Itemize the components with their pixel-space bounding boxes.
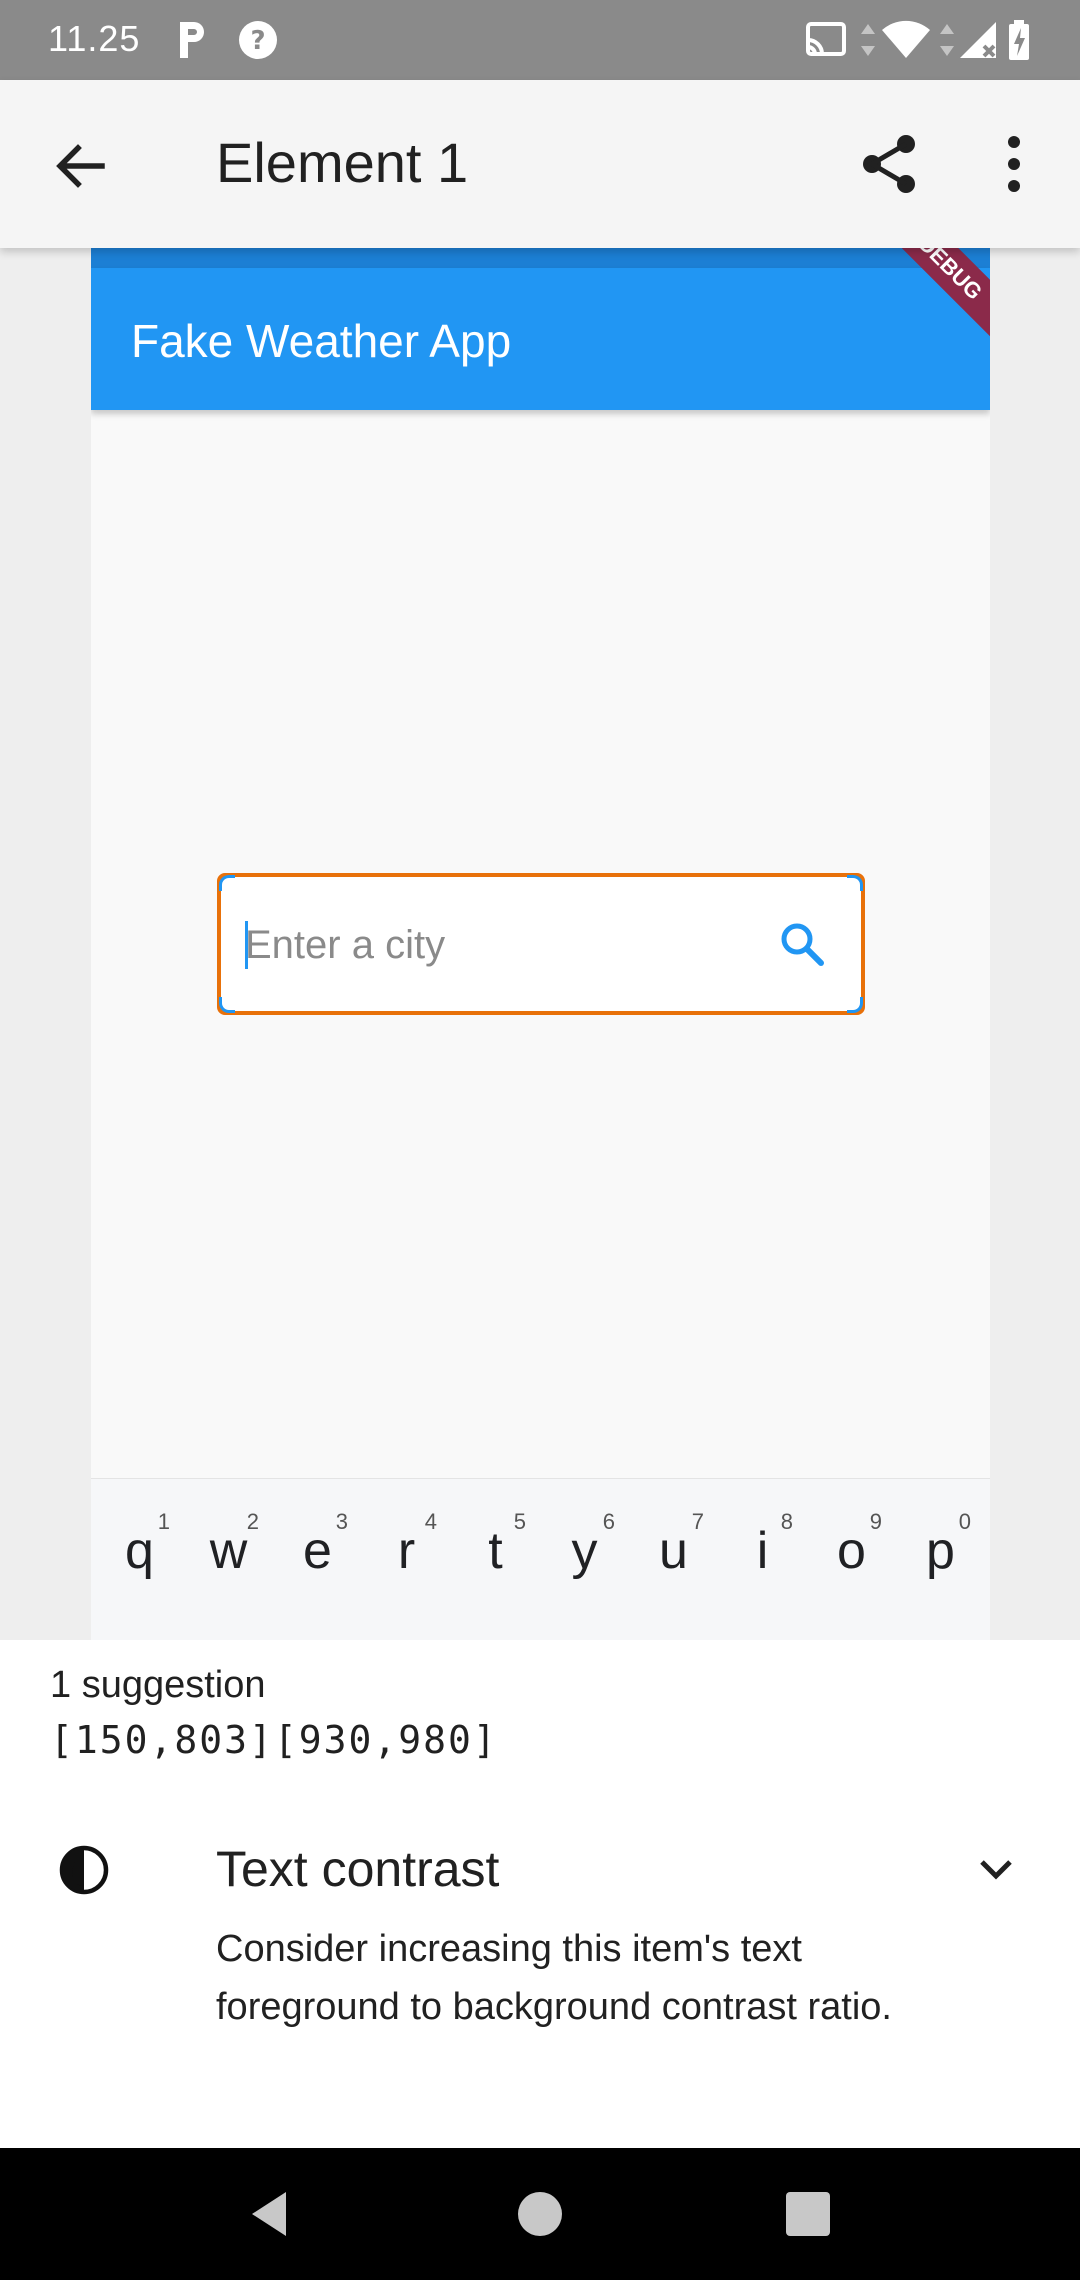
key-e[interactable]: e3 <box>273 1509 362 1609</box>
key-hint: 7 <box>691 1509 704 1534</box>
wifi-icon <box>882 20 930 58</box>
key-label: y <box>571 1522 598 1580</box>
search-icon[interactable] <box>775 917 831 973</box>
key-hint: 1 <box>157 1509 170 1534</box>
key-hint: 3 <box>335 1509 348 1534</box>
status-time: 11.25 <box>48 18 141 59</box>
data-arrows-icon <box>861 24 875 56</box>
key-p[interactable]: p0 <box>896 1509 985 1609</box>
key-u[interactable]: u7 <box>629 1509 718 1609</box>
focus-corner <box>219 875 235 891</box>
focus-corner <box>847 875 863 891</box>
key-o[interactable]: o9 <box>807 1509 896 1609</box>
key-label: t <box>488 1522 503 1580</box>
signal-icon <box>960 22 996 58</box>
cast-icon <box>806 22 846 56</box>
key-w[interactable]: w2 <box>184 1509 273 1609</box>
svg-text:?: ? <box>250 26 265 56</box>
key-label: r <box>397 1522 416 1580</box>
app-preview: Fake Weather App DEBUG q1w2e3r4t5y6u7i8o… <box>91 248 990 1640</box>
city-search-input[interactable] <box>245 917 765 973</box>
preview-status-bar <box>91 248 990 268</box>
screen: 11.25 ? Element 1 Fake Weather App DEBUG… <box>0 0 1080 2280</box>
battery-icon <box>1009 20 1029 60</box>
key-label: p <box>926 1522 955 1580</box>
suggestion-description: Consider increasing this item's text for… <box>216 1928 892 2028</box>
data-arrows-icon <box>940 24 954 56</box>
page-title: Element 1 <box>216 131 469 194</box>
toolbar: Element 1 <box>0 80 1080 248</box>
key-label: u <box>659 1522 688 1580</box>
contrast-icon <box>59 1845 109 1895</box>
nav-home-icon[interactable] <box>508 2182 572 2246</box>
element-bounds: [150,803][930,980] <box>50 1718 498 1762</box>
key-i[interactable]: i8 <box>718 1509 807 1609</box>
keyboard: q1w2e3r4t5y6u7i8o9p0 <box>91 1478 990 1640</box>
key-label: o <box>837 1522 866 1580</box>
focus-corner <box>847 997 863 1013</box>
focus-corner <box>219 997 235 1013</box>
key-hint: 8 <box>780 1509 793 1534</box>
chevron-down-icon[interactable] <box>976 1850 1016 1890</box>
preview-app-bar: Fake Weather App <box>91 268 990 410</box>
more-vert-icon[interactable] <box>998 132 1030 196</box>
key-q[interactable]: q1 <box>95 1509 184 1609</box>
arrow-back-icon[interactable] <box>50 136 110 196</box>
share-icon[interactable] <box>858 132 922 196</box>
key-label: w <box>209 1522 248 1580</box>
key-label: i <box>756 1522 769 1580</box>
key-r[interactable]: r4 <box>362 1509 451 1609</box>
key-hint: 6 <box>602 1509 615 1534</box>
key-t[interactable]: t5 <box>451 1509 540 1609</box>
text-cursor <box>245 921 248 969</box>
nav-back-icon[interactable] <box>240 2182 304 2246</box>
navigation-bar <box>0 2148 1080 2280</box>
key-hint: 9 <box>869 1509 882 1534</box>
highlighted-element[interactable] <box>217 873 865 1015</box>
key-hint: 2 <box>246 1509 259 1534</box>
key-label: q <box>125 1522 154 1580</box>
help-icon: ? <box>239 21 277 59</box>
key-label: e <box>303 1522 332 1580</box>
key-hint: 4 <box>424 1509 437 1534</box>
suggestion-count: 1 suggestion <box>50 1664 266 1706</box>
suggestion-title[interactable]: Text contrast <box>216 1840 499 1898</box>
parking-icon <box>180 22 204 58</box>
key-hint: 0 <box>958 1509 971 1534</box>
key-hint: 5 <box>513 1509 526 1534</box>
suggestions-sheet: 1 suggestion [150,803][930,980] Text con… <box>0 1640 1080 2148</box>
status-bar: 11.25 ? <box>0 0 1080 80</box>
preview-app-title: Fake Weather App <box>131 315 512 367</box>
nav-recents-icon[interactable] <box>776 2182 840 2246</box>
key-y[interactable]: y6 <box>540 1509 629 1609</box>
